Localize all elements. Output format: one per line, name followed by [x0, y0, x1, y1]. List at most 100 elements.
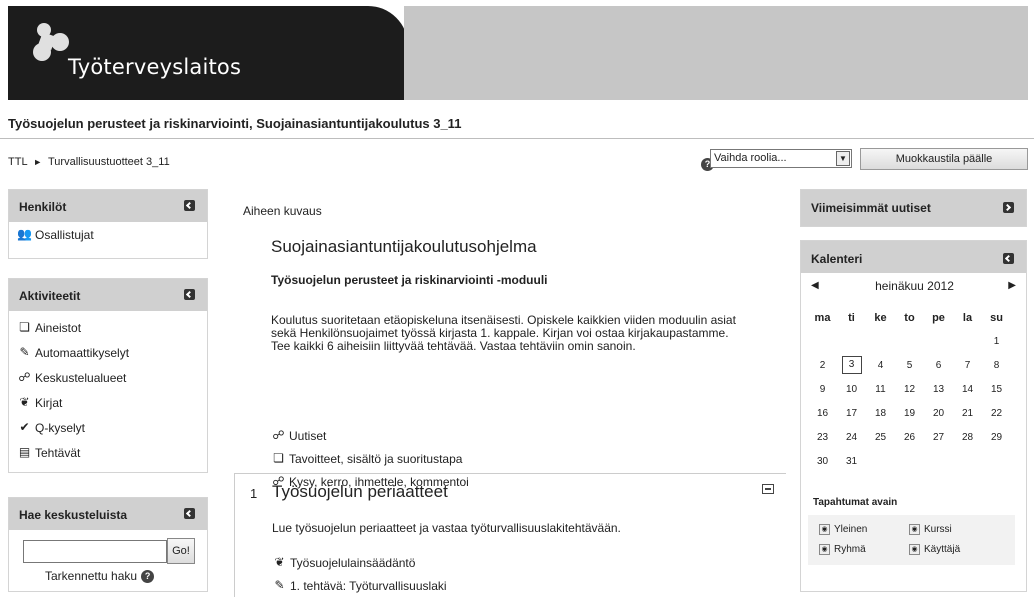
resource-link[interactable]: ❏ Tavoitteet, sisältö ja suoritustapa [271, 447, 469, 470]
calendar-day-number: 3 [841, 356, 862, 374]
participants-link[interactable]: 👥 Osallistujat [9, 222, 207, 247]
collapse-icon[interactable] [184, 200, 195, 211]
resource-link[interactable]: ☍ Uutiset [271, 424, 469, 447]
logo[interactable]: Työterveyslaitos [8, 6, 408, 100]
calendar-month-title[interactable]: heinäkuu 2012 [801, 279, 1028, 293]
eye-icon: ◉ [909, 544, 920, 555]
calendar-day[interactable]: 5 [895, 353, 924, 377]
role-select[interactable]: Vaihda roolia... ▼ [710, 149, 852, 168]
course-title: Työsuojelun perusteet ja riskinarviointi… [8, 116, 462, 131]
calendar-day[interactable]: 11 [866, 377, 895, 401]
search-input[interactable] [23, 540, 167, 563]
legend-course[interactable]: ◉ Kurssi [909, 524, 952, 535]
calendar-day[interactable]: 6 [924, 353, 953, 377]
module-heading: Työsuojelun perusteet ja riskinarviointi… [271, 273, 548, 287]
calendar-day[interactable]: 10 [837, 377, 866, 401]
logo-text: Työterveyslaitos [68, 55, 242, 79]
block-title: Henkilöt [19, 200, 67, 214]
collapse-icon[interactable] [184, 289, 195, 300]
calendar-day[interactable]: 19 [895, 401, 924, 425]
calendar-empty-day [924, 329, 953, 353]
activity-link[interactable]: ✎ 1. tehtävä: Työturvallisuuslaki [272, 574, 446, 597]
calendar-empty-day [895, 449, 924, 473]
calendar-day-number: 27 [932, 431, 945, 443]
block-header: Hae keskusteluista [9, 498, 207, 530]
calendar-day[interactable]: 3 [837, 353, 866, 377]
calendar-day[interactable]: 14 [953, 377, 982, 401]
activity-item[interactable]: ✔ Q-kyselyt [9, 415, 207, 440]
people-block: Henkilöt 👥 Osallistujat [8, 189, 208, 259]
advanced-search-link[interactable]: Tarkennettu haku ? [45, 569, 155, 583]
assignment-icon: ✎ [274, 578, 285, 592]
calendar-day[interactable]: 17 [837, 401, 866, 425]
calendar-week: 16 17 18 19 20 21 22 [808, 401, 1011, 425]
calendar-day[interactable]: 9 [808, 377, 837, 401]
activity-item[interactable]: ☍ Keskustelualueet [9, 365, 207, 390]
activity-link[interactable]: ❦ Työsuojelulainsäädäntö [272, 551, 447, 574]
calendar-empty-day [808, 329, 837, 353]
calendar-day-number: 1 [993, 335, 1000, 347]
advanced-search-label: Tarkennettu haku [45, 569, 138, 583]
activity-item[interactable]: ❦ Kirjat [9, 390, 207, 415]
calendar-day[interactable]: 21 [953, 401, 982, 425]
edit-mode-button[interactable]: Muokkaustila päälle [860, 148, 1028, 170]
calendar-day[interactable]: 23 [808, 425, 837, 449]
calendar-day[interactable]: 13 [924, 377, 953, 401]
calendar-day[interactable]: 16 [808, 401, 837, 425]
calendar-day-number: 13 [932, 383, 945, 395]
calendar-empty-day [866, 449, 895, 473]
help-icon[interactable]: ? [141, 569, 155, 583]
breadcrumb-root-link[interactable]: TTL [8, 156, 27, 168]
calendar-day[interactable]: 29 [982, 425, 1011, 449]
legend-group[interactable]: ◉ Ryhmä [819, 544, 866, 555]
legend-label: Käyttäjä [924, 544, 961, 555]
calendar-week: 23 24 25 26 27 28 29 [808, 425, 1011, 449]
collapse-icon[interactable] [1003, 253, 1014, 264]
activity-item[interactable]: ✎ Automaattikyselyt [9, 340, 207, 365]
collapse-section-icon[interactable] [762, 484, 774, 494]
calendar-day[interactable]: 8 [982, 353, 1011, 377]
activity-item[interactable]: ❏ Aineistot [9, 315, 207, 340]
calendar-day-number: 30 [816, 455, 829, 467]
resource-label: Tavoitteet, sisältö ja suoritustapa [289, 451, 463, 466]
calendar-day[interactable]: 7 [953, 353, 982, 377]
legend-user[interactable]: ◉ Käyttäjä [909, 544, 960, 555]
calendar-day-number: 22 [990, 407, 1003, 419]
legend-global[interactable]: ◉ Yleinen [819, 524, 867, 535]
calendar-day-number: 10 [845, 383, 858, 395]
calendar-day-number: 29 [990, 431, 1003, 443]
activities-block: Aktiviteetit ❏ Aineistot ✎ Automaattikysel… [8, 278, 208, 473]
calendar-day[interactable]: 24 [837, 425, 866, 449]
calendar-day-number: 15 [990, 383, 1003, 395]
calendar-day[interactable]: 25 [866, 425, 895, 449]
calendar-day[interactable]: 20 [924, 401, 953, 425]
calendar-day-number: 17 [845, 407, 858, 419]
calendar-day-number: 24 [845, 431, 858, 443]
calendar-day-number: 14 [961, 383, 974, 395]
calendar-day[interactable]: 12 [895, 377, 924, 401]
calendar-day-number: 31 [845, 455, 858, 467]
calendar-day[interactable]: 22 [982, 401, 1011, 425]
latest-news-block: Viimeisimmät uutiset [800, 189, 1027, 227]
calendar-day[interactable]: 4 [866, 353, 895, 377]
expand-icon[interactable] [1003, 202, 1014, 213]
activity-item[interactable]: ▤ Tehtävät [9, 440, 207, 465]
calendar-day-number: 28 [961, 431, 974, 443]
assignment-icon: ▤ [18, 445, 31, 459]
calendar-day[interactable]: 31 [837, 449, 866, 473]
events-key [808, 515, 1015, 565]
next-month-icon[interactable]: ▶ [1008, 280, 1016, 291]
calendar-day[interactable]: 26 [895, 425, 924, 449]
search-button[interactable]: Go! [167, 538, 195, 564]
block-header: Henkilöt [9, 190, 207, 222]
collapse-icon[interactable] [184, 508, 195, 519]
calendar-day[interactable]: 15 [982, 377, 1011, 401]
calendar-empty-day [895, 329, 924, 353]
calendar-day[interactable]: 2 [808, 353, 837, 377]
calendar-day[interactable]: 1 [982, 329, 1011, 353]
calendar-day[interactable]: 28 [953, 425, 982, 449]
calendar-day[interactable]: 27 [924, 425, 953, 449]
calendar-day[interactable]: 18 [866, 401, 895, 425]
calendar-day-number: 20 [932, 407, 945, 419]
calendar-day[interactable]: 30 [808, 449, 837, 473]
